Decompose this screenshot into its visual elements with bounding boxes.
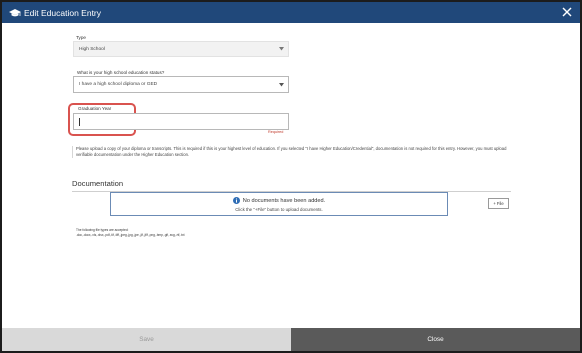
- empty-state-title: No documents have been added.: [242, 197, 326, 204]
- status-select[interactable]: I have a high school diploma or GED: [73, 76, 289, 93]
- documentation-heading: Documentation: [72, 179, 124, 188]
- status-select-value: I have a high school diploma or GED: [79, 82, 158, 87]
- required-indicator: Required: [268, 130, 284, 134]
- info-icon: [232, 197, 240, 204]
- chevron-down-icon: [279, 82, 284, 87]
- chevron-down-icon: [279, 47, 284, 51]
- graduation-cap-icon: [8, 7, 22, 19]
- upload-note: Please upload a copy of your diploma or …: [72, 146, 515, 159]
- dialog-titlebar: Edit Education Entry: [2, 2, 580, 23]
- add-file-button[interactable]: + File: [488, 198, 509, 209]
- accepted-filetypes: The following file types are accepted: .…: [76, 228, 185, 238]
- documents-empty-state: No documents have been added. Click the …: [110, 192, 448, 216]
- text-cursor: [79, 118, 80, 126]
- save-button[interactable]: Save: [2, 328, 291, 351]
- type-select-value: High School: [79, 46, 105, 52]
- dialog-title: Edit Education Entry: [24, 7, 102, 18]
- empty-state-hint: Click the "+File" button to upload docum…: [235, 207, 323, 212]
- graduation-year-input[interactable]: [73, 113, 289, 130]
- graduation-year-label: Graduation Year: [78, 106, 112, 111]
- close-button[interactable]: Close: [291, 328, 580, 351]
- close-icon[interactable]: [561, 6, 573, 18]
- status-label: What is your high school education statu…: [77, 70, 165, 75]
- type-label: Type: [76, 35, 86, 40]
- empty-state-title-row: No documents have been added.: [111, 197, 447, 204]
- filetypes-list: .doc,.docx,.xls,.xlsx,.pdf,.tif,.tiff,.j…: [76, 233, 185, 237]
- type-select[interactable]: High School: [73, 41, 289, 57]
